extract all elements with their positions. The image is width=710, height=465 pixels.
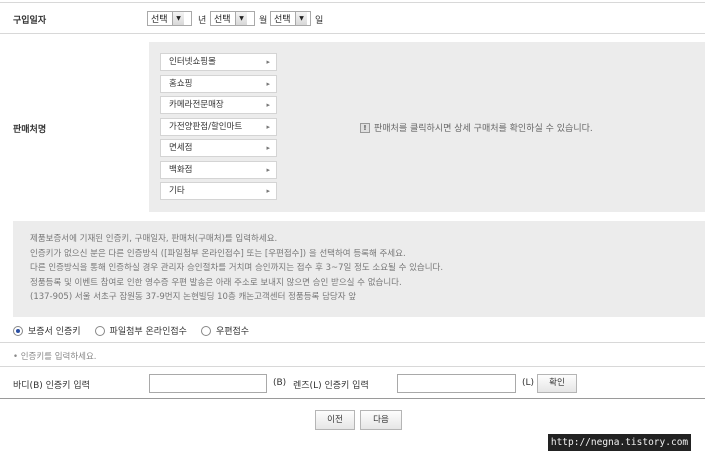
radio-button[interactable] bbox=[200, 325, 211, 336]
lens-key-suffix: (L) bbox=[522, 378, 535, 388]
radio-button[interactable] bbox=[13, 325, 23, 336]
body-key-label: 바디(B) 인증키 입력 bbox=[13, 381, 90, 391]
day-select[interactable]: 선택 ▼ bbox=[270, 11, 311, 26]
lens-key-input[interactable] bbox=[397, 374, 516, 393]
notice-line: 제품보증서에 기재된 인증키, 구매일자, 판매처(구매처)를 입력하세요. bbox=[30, 234, 278, 244]
chevron-right-icon: ▸ bbox=[266, 101, 270, 109]
year-select-value: 선택 bbox=[151, 15, 168, 25]
chevron-right-icon: ▸ bbox=[266, 80, 270, 88]
store-info: ! 판매처를 클릭하시면 상세 구매처를 확인하실 수 있습니다. bbox=[360, 121, 593, 134]
store-info-text: 판매처를 클릭하시면 상세 구매처를 확인하실 수 있습니다. bbox=[374, 124, 593, 134]
day-unit: 일 bbox=[315, 16, 324, 26]
store-item-label: 가전양판점/할인마트 bbox=[169, 122, 243, 132]
radio-label: 보증서 인증키 bbox=[28, 327, 81, 337]
year-select[interactable]: 선택 ▼ bbox=[147, 11, 192, 26]
chevron-down-icon: ▼ bbox=[235, 12, 247, 25]
store-item-label: 기타 bbox=[169, 186, 185, 196]
radio-label: 파일첨부 온라인접수 bbox=[109, 327, 187, 337]
notice-line: 인증키가 없으신 분은 다른 인증방식 ([파일첨부 온라인접수] 또는 [우편… bbox=[30, 248, 406, 259]
notice-box: 제품보증서에 기재된 인증키, 구매일자, 판매처(구매처)를 입력하세요. 인… bbox=[13, 221, 705, 317]
key-hint: • 인증키를 입력하세요. bbox=[13, 352, 97, 362]
chevron-right-icon: ▸ bbox=[266, 144, 270, 152]
notice-line: (137-905) 서울 서초구 잠원동 37-9번지 논현빌딩 10층 캐논고… bbox=[30, 292, 357, 303]
auth-method-group: 보증서 인증키 파일첨부 온라인접수 우편접수 bbox=[13, 324, 263, 337]
top-divider bbox=[0, 2, 705, 3]
chevron-right-icon: ▸ bbox=[266, 166, 270, 174]
store-item-homeshopping[interactable]: 홈쇼핑 ▸ bbox=[160, 75, 277, 93]
prev-button[interactable]: 이전 bbox=[315, 410, 355, 430]
bottom-divider bbox=[0, 398, 705, 399]
body-key-input[interactable] bbox=[149, 374, 267, 393]
store-item-label: 카메라전문매장 bbox=[169, 100, 224, 110]
divider bbox=[0, 342, 705, 343]
lens-key-label: 렌즈(L) 인증키 입력 bbox=[293, 381, 369, 391]
info-icon: ! bbox=[360, 122, 370, 133]
radio-file-upload[interactable]: 파일첨부 온라인접수 bbox=[94, 324, 187, 337]
month-select[interactable]: 선택 ▼ bbox=[210, 11, 255, 26]
radio-mail[interactable]: 우편접수 bbox=[200, 324, 250, 337]
store-item-label: 인터넷쇼핑몰 bbox=[169, 57, 216, 67]
radio-warranty-key[interactable]: 보증서 인증키 bbox=[13, 324, 81, 337]
chevron-right-icon: ▸ bbox=[266, 187, 270, 195]
store-label: 판매처명 bbox=[13, 125, 47, 135]
store-item-department[interactable]: 백화점 ▸ bbox=[160, 161, 277, 179]
store-item-other[interactable]: 기타 ▸ bbox=[160, 182, 277, 200]
store-item-electronics[interactable]: 가전양판점/할인마트 ▸ bbox=[160, 118, 277, 136]
notice-line: 정품등록 및 이벤트 참여로 인한 영수증 우편 발송은 아래 주소로 보내지 … bbox=[30, 277, 402, 288]
confirm-button[interactable]: 확인 bbox=[537, 374, 577, 393]
store-item-dutyfree[interactable]: 면세점 ▸ bbox=[160, 139, 277, 157]
store-item-online[interactable]: 인터넷쇼핑몰 ▸ bbox=[160, 53, 277, 71]
chevron-down-icon: ▼ bbox=[172, 12, 184, 25]
next-button[interactable]: 다음 bbox=[360, 410, 402, 430]
month-select-value: 선택 bbox=[214, 15, 231, 25]
store-item-label: 백화점 bbox=[169, 165, 193, 175]
body-key-suffix: (B) bbox=[273, 378, 287, 388]
store-item-camera-store[interactable]: 카메라전문매장 ▸ bbox=[160, 96, 277, 114]
radio-button[interactable] bbox=[94, 325, 105, 336]
notice-line: 다른 인증방식을 통해 인증하실 경우 관리자 승인절차를 거치며 승인까지는 … bbox=[30, 263, 444, 274]
store-item-label: 홈쇼핑 bbox=[169, 79, 193, 89]
radio-label: 우편접수 bbox=[215, 327, 250, 337]
chevron-down-icon: ▼ bbox=[295, 12, 307, 25]
store-item-label: 면세점 bbox=[169, 143, 193, 153]
watermark: http://negna.tistory.com bbox=[548, 434, 691, 451]
purchase-date-label: 구입일자 bbox=[13, 16, 47, 26]
chevron-right-icon: ▸ bbox=[266, 123, 270, 131]
year-unit: 년 bbox=[198, 16, 207, 26]
divider bbox=[0, 366, 705, 367]
chevron-right-icon: ▸ bbox=[266, 58, 270, 66]
month-unit: 월 bbox=[259, 16, 268, 26]
day-select-value: 선택 bbox=[274, 15, 291, 25]
divider bbox=[0, 33, 705, 34]
